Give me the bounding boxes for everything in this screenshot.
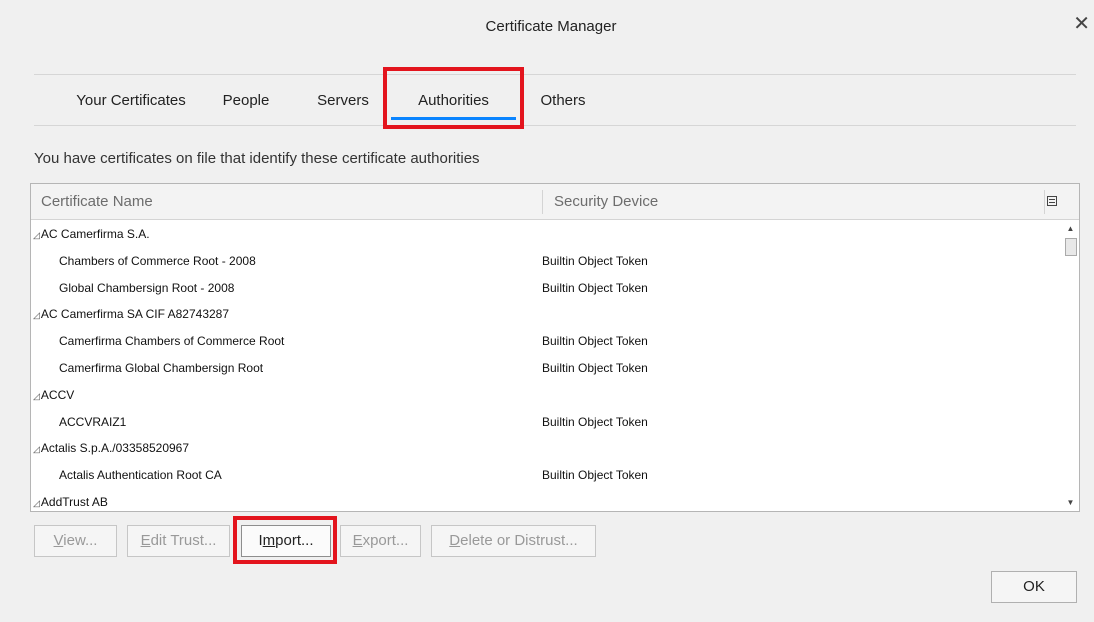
tree-group-row[interactable]: ◿AC Camerfirma S.A. [31,220,1062,247]
selected-tab-indicator [391,117,516,120]
tab-bar: Your Certificates People Servers Authori… [34,74,1076,126]
edit-trust-button[interactable]: Edit Trust... [127,525,230,557]
certificate-name-text: Actalis S.p.A./03358520967 [40,441,190,456]
certificate-name-cell: ◿ACCV [33,388,74,402]
certificate-name-text: AddTrust AB [40,494,108,509]
column-separator[interactable] [542,190,543,214]
certificate-name-text: Camerfirma Chambers of Commerce Root [59,334,285,349]
expanded-twisty-icon[interactable]: ◿ [33,444,40,454]
tree-group-row[interactable]: ◿AC Camerfirma SA CIF A82743287 [31,300,1062,327]
column-picker-icon[interactable] [1047,196,1057,206]
delete-or-distrust-button[interactable]: Delete or Distrust... [431,525,596,557]
tree-row[interactable]: ACCVRAIZ1 Builtin Object Token [31,408,1062,435]
expanded-twisty-icon[interactable]: ◿ [33,498,40,508]
certificate-name-cell: Camerfirma Global Chambersign Root [59,361,263,375]
scroll-down-arrow-icon[interactable]: ▼ [1062,494,1079,511]
tree-header: Certificate Name Security Device [31,184,1079,220]
certificate-name-text: Actalis Authentication Root CA [59,468,222,483]
expanded-twisty-icon[interactable]: ◿ [33,391,40,401]
certificate-name-cell: Chambers of Commerce Root - 2008 [59,254,256,268]
tree-row[interactable]: Camerfirma Chambers of Commerce Root Buil… [31,327,1062,354]
tree-row[interactable]: Chambers of Commerce Root - 2008 Builtin … [31,247,1062,274]
dialog-title: Certificate Manager [485,18,617,35]
column-security-device[interactable]: Security Device [554,184,658,219]
security-device-cell: Builtin Object Token [542,334,648,349]
security-device-cell: Builtin Object Token [542,280,648,295]
tree-row[interactable]: Camerfirma Global Chambersign Root Builti… [31,354,1062,381]
certificate-name-text: ACCVRAIZ1 [59,414,127,429]
certificate-name-text: ACCV [40,387,75,402]
certificate-name-text: Global Chambersign Root - 2008 [59,280,235,295]
security-device-cell: Builtin Object Token [542,253,648,268]
tree-group-row[interactable]: ◿ACCV [31,381,1062,408]
column-separator[interactable] [1044,190,1045,214]
certificate-name-cell: ◿AC Camerfirma S.A. [33,227,150,241]
certificate-name-cell: Camerfirma Chambers of Commerce Root [59,334,284,348]
certificate-name-cell: ACCVRAIZ1 [59,415,126,429]
certificate-name-text: Chambers of Commerce Root - 2008 [59,253,256,268]
expanded-twisty-icon[interactable]: ◿ [33,230,40,240]
tab-servers[interactable]: Servers [313,75,373,125]
certificate-name-cell: ◿AC Camerfirma SA CIF A82743287 [33,307,229,321]
title-bar: Certificate Manager ✕ [8,0,1094,56]
tree-rows: ◿AC Camerfirma S.A. Chambers of Commerce … [31,220,1062,511]
tab-others[interactable]: Others [536,75,590,125]
column-certificate-name[interactable]: Certificate Name [41,184,153,219]
export-button[interactable]: Export... [340,525,421,557]
security-device-cell: Builtin Object Token [542,414,648,429]
import-button[interactable]: Import... [241,525,331,557]
security-device-cell: Builtin Object Token [542,468,648,483]
scrollbar-thumb[interactable] [1065,238,1077,256]
tree-group-row[interactable]: ◿Actalis S.p.A./03358520967 [31,434,1062,461]
tab-your-certificates[interactable]: Your Certificates [56,75,206,125]
tab-people[interactable]: People [214,75,278,125]
tree-group-row[interactable]: ◿AddTrust AB [31,488,1062,511]
certificate-tree[interactable]: Certificate Name Security Device ◿AC Cam… [30,183,1080,512]
ok-button[interactable]: OK [991,571,1077,603]
certificate-name-text: AC Camerfirma S.A. [40,227,150,241]
tree-row[interactable]: Actalis Authentication Root CA Builtin Ob… [31,461,1062,488]
vertical-scrollbar[interactable]: ▲ ▼ [1062,220,1079,511]
expanded-twisty-icon[interactable]: ◿ [33,310,40,320]
certificate-name-cell: ◿AddTrust AB [33,495,108,509]
security-device-cell: Builtin Object Token [542,360,648,375]
view-button[interactable]: View... [34,525,117,557]
tree-row[interactable]: Global Chambersign Root - 2008 Builtin Ob… [31,274,1062,301]
certificate-name-text: Camerfirma Global Chambersign Root [59,360,264,375]
certificate-name-cell: Actalis Authentication Root CA [59,468,222,482]
scroll-up-arrow-icon[interactable]: ▲ [1062,220,1079,237]
certificate-name-cell: Global Chambersign Root - 2008 [59,281,234,295]
certificate-name-text: AC Camerfirma SA CIF A82743287 [40,307,230,322]
close-icon[interactable]: ✕ [1073,14,1090,34]
certificate-name-cell: ◿Actalis S.p.A./03358520967 [33,441,189,455]
description-text: You have certificates on file that ident… [34,150,480,167]
